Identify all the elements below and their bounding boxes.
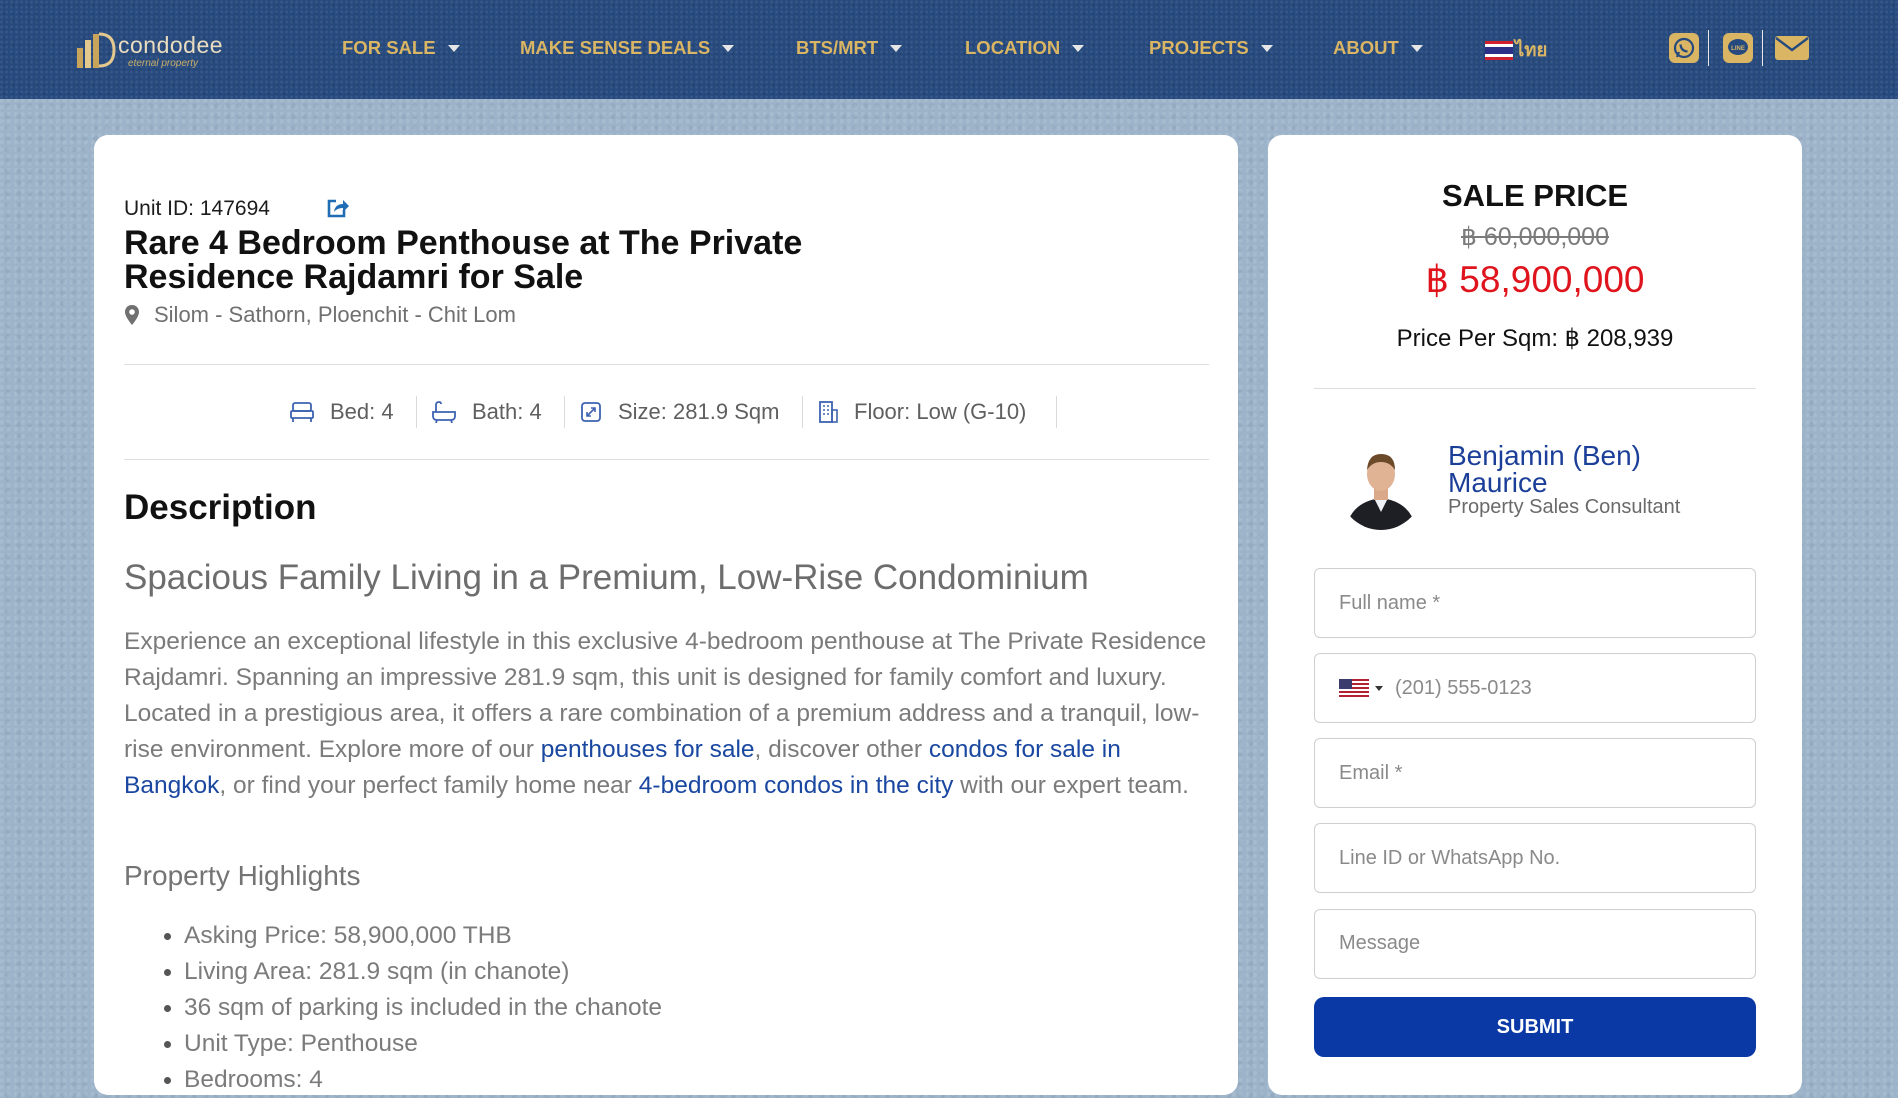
logo-building-icon [77,32,116,68]
thailand-flag-icon [1485,40,1513,61]
share-icon[interactable] [326,197,350,219]
expand-icon [581,402,601,422]
nav-location[interactable]: LOCATION [965,37,1085,59]
spec-divider [802,396,803,428]
highlights-heading: Property Highlights [124,860,361,891]
us-flag-icon[interactable] [1339,679,1369,697]
nav-label: BTS/MRT [796,37,879,58]
full-name-field[interactable] [1314,568,1756,638]
spec-size-label: Size: 281.9 Sqm [618,399,780,424]
unit-id: Unit ID: 147694 [124,197,270,220]
line-whatsapp-field[interactable] [1314,823,1756,893]
phone-input[interactable] [1393,675,1737,701]
top-navigation-bar: condodee eternal property FOR SALE MAKE … [0,0,1898,99]
highlights-list: Asking Price: 58,900,000 THB Living Area… [124,918,662,1098]
language-label: ไทย [1515,39,1548,60]
whatsapp-icon[interactable] [1668,32,1700,64]
list-item: Living Area: 281.9 sqm (in chanote) [163,954,662,990]
list-item: Unit Type: Penthouse [163,1026,662,1062]
caret-down-icon [447,44,460,52]
spec-bed-label: Bed: 4 [330,399,394,424]
list-item: 36 sqm of parking is included in the cha… [163,990,662,1026]
nav-bts-mrt[interactable]: BTS/MRT [796,37,903,59]
message-field[interactable] [1314,909,1756,979]
spec-bath: Bath: 4 [432,394,542,430]
link-4-bedroom-condos[interactable]: 4-bedroom condos in the city [639,772,954,799]
divider [124,459,1209,460]
paragraph-text: with our expert team. [953,772,1189,799]
caret-down-icon [890,44,903,52]
building-icon [819,401,838,423]
caret-down-icon [722,44,735,52]
spec-size: Size: 281.9 Sqm [580,394,779,430]
list-item: Bedrooms: 4 [163,1062,662,1098]
nav-label: LOCATION [965,37,1061,58]
spec-divider [1056,396,1057,428]
svg-text:LINE: LINE [1731,46,1745,52]
divider [124,364,1209,365]
bed-icon [290,402,314,422]
agent-role: Property Sales Consultant [1448,496,1681,518]
nav-for-sale[interactable]: FOR SALE [342,37,460,59]
spec-floor: Floor: Low (G-10) [818,394,1026,430]
logo-name: condodee [118,32,224,58]
language-switch[interactable]: ไทย [1485,36,1547,65]
social-divider [1762,30,1763,66]
description-heading: Description [124,488,317,527]
nav-label: FOR SALE [342,37,436,58]
map-pin-icon [125,305,139,325]
caret-down-icon [1410,44,1423,52]
link-penthouses-for-sale[interactable]: penthouses for sale [541,736,755,763]
agent-avatar [1338,440,1424,530]
description-subheading: Spacious Family Living in a Premium, Low… [124,558,1089,597]
caret-down-icon [1072,44,1085,52]
country-dropdown-icon[interactable] [1375,685,1383,691]
nav-label: ABOUT [1333,37,1399,58]
nav-about[interactable]: ABOUT [1333,37,1423,59]
caret-down-icon [1260,44,1273,52]
spec-floor-label: Floor: Low (G-10) [854,399,1027,424]
nav-label: MAKE SENSE DEALS [520,37,711,58]
email-field[interactable] [1314,738,1756,808]
spec-divider [564,396,565,428]
old-price: ฿ 60,000,000 [1461,223,1609,251]
listing-title: Rare 4 Bedroom Penthouse at The Private … [124,224,803,296]
line-icon[interactable]: LINE [1722,32,1754,64]
spec-divider [416,396,417,428]
agent-name[interactable]: Benjamin (Ben) Maurice [1448,442,1748,497]
description-paragraph: Experience an exceptional lifestyle in t… [124,624,1214,804]
price-per-sqm: Price Per Sqm: ฿ 208,939 [1396,325,1674,352]
site-logo[interactable]: condodee eternal property [74,26,234,72]
email-icon[interactable] [1774,32,1810,64]
location-text: Silom - Sathorn, Ploenchit - Chit Lom [154,302,516,327]
location: Silom - Sathorn, Ploenchit - Chit Lom [124,302,516,328]
paragraph-text: , or find your perfect family home near [219,772,639,799]
submit-button[interactable]: SUBMIT [1314,997,1756,1057]
social-divider [1708,30,1709,66]
sale-price-label: SALE PRICE [1441,178,1629,213]
nav-projects[interactable]: PROJECTS [1149,37,1273,59]
nav-label: PROJECTS [1149,37,1249,58]
list-item: Asking Price: 58,900,000 THB [163,918,662,954]
bathtub-icon [432,401,456,423]
logo-tagline: eternal property [128,58,199,69]
divider [1314,388,1756,389]
nav-make-sense-deals[interactable]: MAKE SENSE DEALS [520,37,735,59]
paragraph-text: , discover other [754,736,929,763]
phone-field[interactable] [1314,653,1756,723]
current-price: ฿ 58,900,000 [1425,259,1645,300]
spec-bed: Bed: 4 [290,394,394,430]
spec-bath-label: Bath: 4 [472,399,542,424]
